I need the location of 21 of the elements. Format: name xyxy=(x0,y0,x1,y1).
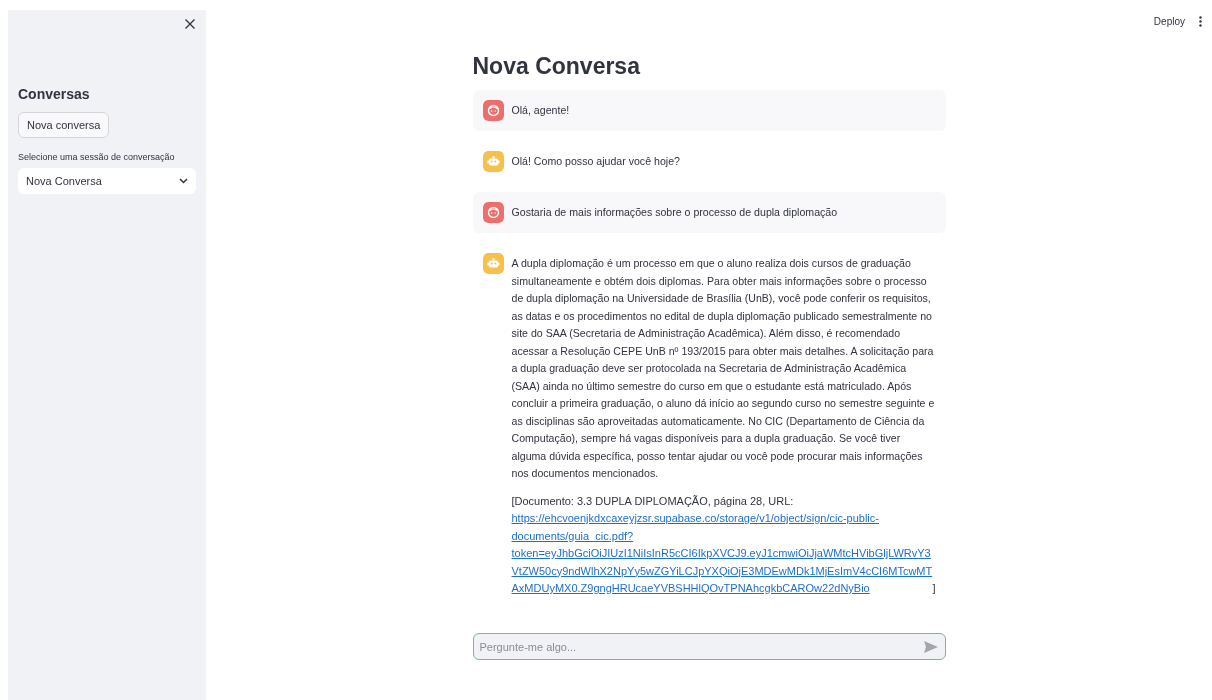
chevron-down-icon xyxy=(179,178,188,184)
session-select[interactable]: Nova Conversa xyxy=(18,168,196,194)
user-avatar-icon xyxy=(482,100,504,121)
new-conversation-button[interactable]: Nova conversa xyxy=(18,112,110,138)
citation-bracket: ] xyxy=(932,581,936,596)
deploy-button[interactable]: Deploy xyxy=(1153,16,1185,27)
document-link[interactable]: https://ehcvoenjkdxcaxeyjzsr.supabase.co/storage/v1/object/sign/cic-public-documents/guia_cic.pdf?token=eyJhbGciOiJIUzI1NiIsInR5cCI6IkpXVCJ9.eyJ1cmwiOiJjaWMtcHVibGljLWRvY3VtZW50cy9ndWlhX2NpYy5wZGYiLCJpYXQiOjE3MDEwMDk1MjEsImV4cCI6MTcwMTAxMDUyMX0.Z9gngHRUcaeYVBSHHlQOvTPNAhcgkbCAROw22dNyBio xyxy=(511,510,933,598)
sidebar-heading: Conversas xyxy=(18,86,91,102)
message-text: Olá, agente! xyxy=(511,103,570,118)
select-label: Selecione uma sessão de conversação xyxy=(18,152,176,162)
more-menu-icon[interactable] xyxy=(1199,16,1202,27)
close-icon[interactable] xyxy=(184,18,196,30)
robot-avatar-icon xyxy=(482,253,504,274)
robot-avatar-icon xyxy=(482,151,504,172)
citation-text: [Documento: 3.3 DUPLA DIPLOMAÇÃO, página 28, URL: xyxy=(511,493,795,509)
message-text: A dupla diplomação é um processo em que o aluno realiza dois cursos de graduação simultaneamente e obtém dois diplomas. Para obter mais informações sobre o processo de dupla diplomação na Universidade de Brasília (UnB), você pode conferir os requisitos, as datas e os procedimentos no edital de dupla diplomação publicado semestralmente no site do SAA (Secretaria de Administração Acadêmica). Além disso, é recomendado acessar a Resolução CEPE UnB nº 193/2015 para obter mais detalhes. A solicitação para a dupla graduação deve ser protocolada na Secretaria de Administração Acadêmica (SAA) ainda no último semestre do curso em que o estudante está matriculado. Após concluir a primeira graduação, o aluno dá início ao segundo curso no semestre seguinte e as disciplinas são aproveitadas automaticamente. No CIC (Departamento de Ciência da Computação), sempre há vagas disponíveis para a dupla graduação. Se você tiver alguma dúvida específica, posso tentar ajudar ou você pode procurar mais informações nos documentos mencionados. xyxy=(511,256,936,481)
message-text: Olá! Como posso ajudar você hoje? xyxy=(511,154,680,169)
user-avatar-icon xyxy=(482,202,504,223)
chat-input[interactable]: Pergunte-me algo... xyxy=(472,633,946,660)
page-title: Nova Conversa xyxy=(472,53,642,80)
message-text: Gostaria de mais informações sobre o processo de dupla diplomação xyxy=(511,205,838,220)
